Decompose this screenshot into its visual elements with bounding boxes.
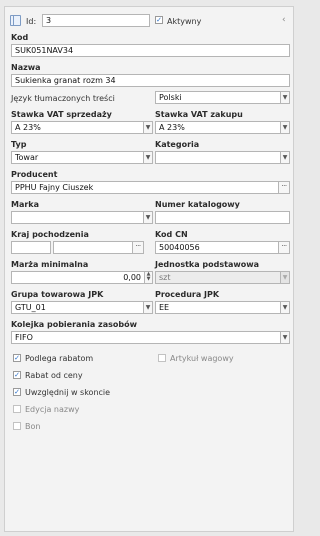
vat-sales-select[interactable]: A 23%	[11, 121, 144, 134]
numer-katalogowy-label: Numer katalogowy	[155, 200, 240, 209]
kolejka-dropdown-button[interactable]: ▼	[280, 331, 290, 344]
chevron-left-icon[interactable]: ‹	[282, 15, 286, 25]
artykul-wagowy-label: Artykuł wagowy	[170, 354, 234, 363]
kraj-name-field[interactable]	[53, 241, 133, 254]
marka-label: Marka	[11, 200, 40, 209]
jednostka-select: szt	[155, 271, 281, 284]
marka-select[interactable]	[11, 211, 144, 224]
producent-label: Producent	[11, 170, 58, 179]
kraj-lookup-button[interactable]: ···	[132, 241, 144, 254]
kod-cn-field[interactable]: 50040056	[155, 241, 279, 254]
artykul-wagowy-checkbox[interactable]	[158, 354, 166, 362]
language-label: Język tłumaczonych treści	[11, 94, 115, 103]
vat-sales-label: Stawka VAT sprzedaży	[11, 110, 112, 119]
id-icon	[10, 15, 21, 26]
marza-field[interactable]: 0,00	[11, 271, 145, 284]
producent-lookup-button[interactable]: ···	[278, 181, 290, 194]
kraj-code-field[interactable]	[11, 241, 51, 254]
podlega-rabatom-label: Podlega rabatom	[25, 354, 94, 363]
rabat-od-ceny-label: Rabat od ceny	[25, 371, 83, 380]
kod-label: Kod	[11, 33, 29, 42]
kolejka-label: Kolejka pobierania zasobów	[11, 320, 137, 329]
vat-purchase-label: Stawka VAT zakupu	[155, 110, 243, 119]
kraj-label: Kraj pochodzenia	[11, 230, 89, 239]
edycja-nazwy-label: Edycja nazwy	[25, 405, 80, 414]
marza-label: Marża minimalna	[11, 260, 89, 269]
nazwa-field[interactable]: Sukienka granat rozm 34	[11, 74, 290, 87]
kategoria-label: Kategoria	[155, 140, 200, 149]
rabat-od-ceny-checkbox[interactable]: ✓	[13, 371, 21, 379]
procedura-jpk-label: Procedura JPK	[155, 290, 220, 299]
grupa-jpk-label: Grupa towarowa JPK	[11, 290, 104, 299]
typ-label: Typ	[11, 140, 27, 149]
language-dropdown-button[interactable]: ▼	[280, 91, 290, 104]
kategoria-dropdown-button[interactable]: ▼	[280, 151, 290, 164]
procedura-jpk-dropdown-button[interactable]: ▼	[280, 301, 290, 314]
uwzglednij-w-skoncie-checkbox[interactable]: ✓	[13, 388, 21, 396]
kod-field[interactable]: SUK051NAV34	[11, 44, 290, 57]
grupa-jpk-dropdown-button[interactable]: ▼	[143, 301, 153, 314]
bon-label: Bon	[25, 422, 41, 431]
bon-checkbox[interactable]	[13, 422, 21, 430]
vat-sales-dropdown-button[interactable]: ▼	[143, 121, 153, 134]
procedura-jpk-select[interactable]: EE	[155, 301, 281, 314]
typ-select[interactable]: Towar	[11, 151, 144, 164]
podlega-rabatom-checkbox[interactable]: ✓	[13, 354, 21, 362]
typ-dropdown-button[interactable]: ▼	[143, 151, 153, 164]
uwzglednij-w-skoncie-label: Uwzględnij w skoncie	[25, 388, 111, 397]
active-label: Aktywny	[167, 17, 202, 26]
vat-purchase-dropdown-button[interactable]: ▼	[280, 121, 290, 134]
jednostka-label: Jednostka podstawowa	[155, 260, 260, 269]
producent-field[interactable]: PPHU Fajny Ciuszek	[11, 181, 279, 194]
id-label: Id:	[26, 17, 37, 26]
item-details-panel: Id: 3 ✓ Aktywny ‹ Kod SUK051NAV34 Nazwa …	[4, 6, 294, 532]
numer-katalogowy-field[interactable]	[155, 211, 290, 224]
marka-dropdown-button[interactable]: ▼	[143, 211, 153, 224]
language-select[interactable]: Polski	[155, 91, 281, 104]
kod-cn-label: Kod CN	[155, 230, 188, 239]
kategoria-select[interactable]	[155, 151, 281, 164]
edycja-nazwy-checkbox[interactable]	[13, 405, 21, 413]
active-checkbox[interactable]: ✓	[155, 16, 163, 24]
jednostka-dropdown-button: ▼	[280, 271, 290, 284]
kolejka-select[interactable]: FIFO	[11, 331, 281, 344]
nazwa-label: Nazwa	[11, 63, 41, 72]
kod-cn-lookup-button[interactable]: ···	[278, 241, 290, 254]
id-field[interactable]: 3	[42, 14, 150, 27]
grupa-jpk-select[interactable]: GTU_01	[11, 301, 144, 314]
vat-purchase-select[interactable]: A 23%	[155, 121, 281, 134]
marza-spinner[interactable]: ▲ ▼	[144, 271, 153, 284]
